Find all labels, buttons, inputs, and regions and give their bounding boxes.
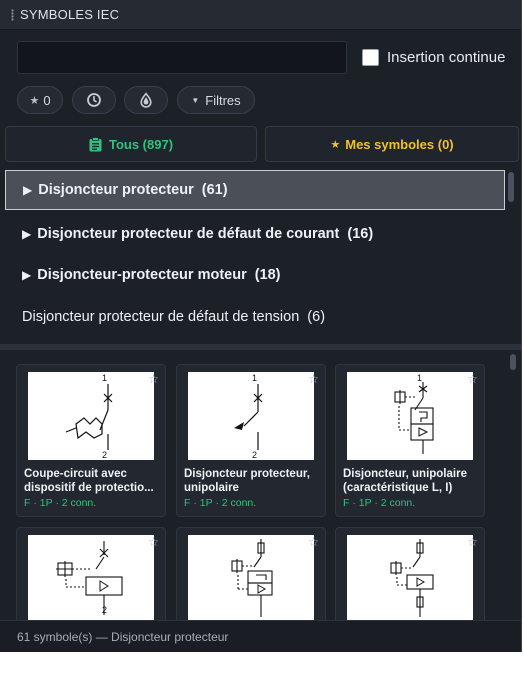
symbol-meta: F · 1P · 2 conn. (184, 497, 257, 509)
category-item-protecteur-moteur[interactable]: ▶ Disjoncteur-protecteur moteur (18) (5, 255, 505, 295)
category-count: (16) (347, 226, 374, 242)
tab-all-symbols[interactable]: Tous (897) (5, 126, 257, 162)
favorite-star-icon[interactable]: ☆ (467, 536, 478, 548)
breaker-lprotection-symbol-icon: 1 (394, 373, 434, 454)
symbol-grid: 1 2 ☆ Coupe-circuit avec dispositif de p… (0, 350, 521, 620)
terminal-label: 2 (102, 605, 107, 615)
circuit-breaker-fuse-symbol-icon: 1 2 (65, 373, 113, 460)
caret-down-icon: ▼ (191, 95, 200, 105)
expand-arrow-icon[interactable]: ▶ (22, 268, 31, 282)
expand-arrow-icon[interactable]: ▶ (23, 183, 32, 197)
breaker-thermal-symbol-icon: 2 (56, 541, 123, 615)
star-icon: ★ (29, 94, 40, 107)
filters-label: Filtres (205, 92, 241, 108)
filters-chip[interactable]: ▼ Filtres (177, 86, 255, 114)
symbol-grid-scrollbar[interactable] (510, 354, 516, 370)
tab-my-symbols[interactable]: ★ Mes symboles (0) (265, 126, 519, 162)
status-bar: 61 symbole(s) — Disjoncteur protecteur (0, 620, 521, 652)
terminal-label: 2 (252, 450, 257, 460)
symbol-meta: F · 1P · 2 conn. (343, 497, 416, 509)
category-count: (61) (201, 182, 228, 198)
symbol-title: Disjoncteur protecteur, unipolaire (184, 468, 310, 494)
symbol-card[interactable]: 1 ☆ Disjoncteur, unipolaire (caractérist… (335, 364, 485, 517)
terminal-label: 1 (417, 373, 422, 383)
style-chip[interactable] (124, 86, 168, 114)
drag-grip-icon[interactable] (11, 8, 14, 21)
symbol-card[interactable]: 2 ☆ (16, 527, 166, 620)
iec-symbols-panel: SYMBOLES IEC Insertion continue ★ 0 ▼ Fi… (0, 0, 522, 652)
expand-arrow-icon[interactable]: ▶ (22, 227, 31, 241)
clock-icon (86, 92, 102, 108)
symbol-card[interactable]: ☆ (176, 527, 326, 620)
tab-mine-label: Mes symboles (0) (345, 136, 454, 152)
status-text: 61 symbole(s) — Disjoncteur protecteur (17, 629, 229, 644)
clipboard-list-icon (89, 136, 102, 152)
breaker-fused-symbol-icon (231, 539, 273, 617)
favorites-count: 0 (43, 92, 51, 108)
terminal-label: 1 (252, 373, 257, 383)
symbol-title: Disjoncteur, unipolaire (caractéristique… (343, 468, 467, 494)
symbol-card[interactable]: 1 2 ☆ Disjoncteur protecteur, unipolaire… (176, 364, 326, 517)
category-label: Disjoncteur-protecteur moteur (37, 267, 247, 283)
panel-title: SYMBOLES IEC (20, 7, 120, 22)
category-item-defaut-tension[interactable]: Disjoncteur protecteur de défaut de tens… (5, 297, 505, 337)
star-icon: ★ (330, 138, 341, 151)
favorite-star-icon[interactable]: ☆ (148, 536, 159, 548)
tab-all-label: Tous (897) (108, 136, 174, 152)
category-label: Disjoncteur protecteur de défaut de tens… (22, 309, 300, 325)
recent-chip[interactable] (72, 86, 116, 114)
category-list-scrollbar[interactable] (508, 172, 514, 202)
symbol-title: Coupe-circuit avec dispositif de protect… (24, 468, 154, 494)
symbol-preview: 1 2 (188, 372, 314, 460)
favorite-star-icon[interactable]: ☆ (148, 373, 159, 385)
terminal-label: 2 (102, 450, 107, 460)
symbol-preview: 1 (347, 372, 473, 460)
drop-icon (138, 92, 154, 108)
category-count: (18) (254, 267, 281, 283)
symbol-preview: 2 (28, 535, 154, 620)
symbol-preview: 1 2 (28, 372, 154, 460)
category-item-defaut-courant[interactable]: ▶ Disjoncteur protecteur de défaut de co… (5, 214, 505, 254)
search-input[interactable] (17, 41, 347, 74)
symbol-card[interactable]: 1 2 ☆ Coupe-circuit avec dispositif de p… (16, 364, 166, 517)
favorite-star-icon[interactable]: ☆ (467, 373, 478, 385)
symbol-preview (347, 535, 473, 620)
continuous-insertion-toggle[interactable]: Insertion continue (362, 47, 505, 67)
symbol-card[interactable]: ☆ (335, 527, 485, 620)
breaker-fused-variant-symbol-icon (390, 539, 434, 617)
symbol-preview (188, 535, 314, 620)
category-list: ▶ Disjoncteur protecteur (61) ▶ Disjonct… (0, 168, 521, 344)
category-item-disjoncteur-protecteur[interactable]: ▶ Disjoncteur protecteur (61) (5, 170, 505, 210)
continuous-insertion-label[interactable]: Insertion continue (387, 49, 505, 66)
favorite-star-icon[interactable]: ☆ (308, 536, 319, 548)
favorite-star-icon[interactable]: ☆ (308, 373, 319, 385)
category-label: Disjoncteur protecteur de défaut de cour… (37, 226, 340, 242)
circuit-breaker-symbol-icon: 1 2 (234, 373, 263, 460)
favorites-count-chip[interactable]: ★ 0 (17, 86, 63, 114)
symbol-meta: F · 1P · 2 conn. (24, 497, 97, 509)
category-count: (6) (307, 309, 326, 325)
terminal-label: 1 (102, 373, 107, 383)
panel-title-bar[interactable]: SYMBOLES IEC (0, 0, 521, 30)
continuous-insertion-checkbox[interactable] (362, 48, 379, 66)
category-label: Disjoncteur protecteur (38, 182, 194, 198)
